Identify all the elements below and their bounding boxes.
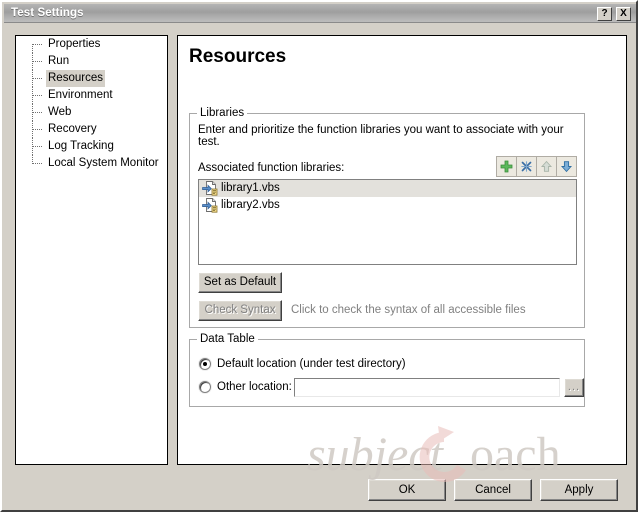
libraries-group: Libraries Enter and prioritize the funct…	[189, 107, 585, 328]
default-location-label: Default location (under test directory)	[217, 358, 406, 370]
settings-tree[interactable]: Properties Run Resources Environment Web…	[15, 35, 168, 465]
associated-libraries-list[interactable]: library1.vbs library2.vbs	[198, 179, 577, 265]
list-item-label: library2.vbs	[221, 199, 280, 211]
check-syntax-button[interactable]: Check Syntax	[198, 300, 282, 321]
libraries-description: Enter and prioritize the function librar…	[198, 124, 564, 148]
other-location-radio-row[interactable]: Other location:	[199, 381, 292, 393]
vbs-file-icon	[202, 198, 218, 213]
tree-item-run[interactable]: Run	[16, 52, 167, 70]
arrow-down-icon	[557, 160, 576, 173]
ok-button[interactable]: OK	[368, 479, 446, 501]
list-item[interactable]: library1.vbs	[199, 180, 576, 197]
tree-item-label: Web	[48, 106, 72, 118]
other-location-label: Other location:	[217, 381, 292, 393]
associated-libraries-label: Associated function libraries:	[198, 162, 345, 174]
delete-library-button[interactable]	[516, 156, 537, 177]
set-as-default-button[interactable]: Set as Default	[198, 272, 282, 293]
browse-button[interactable]: ...	[564, 378, 584, 397]
data-table-group-title: Data Table	[197, 333, 258, 345]
radio-button-other-location[interactable]	[199, 381, 211, 393]
other-location-input[interactable]	[294, 378, 560, 397]
tree-item-log-tracking[interactable]: Log Tracking	[16, 137, 167, 155]
cancel-button[interactable]: Cancel	[454, 479, 532, 501]
title-bar: Test Settings ? X	[4, 4, 636, 23]
move-up-button[interactable]	[536, 156, 557, 177]
tree-item-environment[interactable]: Environment	[16, 86, 167, 104]
libraries-group-title: Libraries	[197, 107, 248, 119]
default-location-radio-row[interactable]: Default location (under test directory)	[199, 358, 406, 370]
add-library-button[interactable]	[496, 156, 517, 177]
tree-item-recovery[interactable]: Recovery	[16, 120, 167, 138]
tree-item-properties[interactable]: Properties	[16, 36, 167, 53]
radio-button-default-location[interactable]	[199, 358, 211, 370]
window-title: Test Settings	[11, 7, 84, 19]
tree-item-label: Local System Monitor	[48, 157, 159, 169]
tree-item-label: Resources	[46, 70, 105, 87]
tree-item-local-system-monitor[interactable]: Local System Monitor	[16, 154, 167, 172]
tree-item-label: Run	[48, 55, 70, 67]
data-table-group: Data Table Default location (under test …	[189, 333, 585, 407]
tree-item-label: Properties	[48, 38, 101, 50]
tree-item-label: Log Tracking	[48, 140, 114, 152]
list-item-label: library1.vbs	[221, 182, 280, 194]
libraries-toolbar	[496, 156, 577, 177]
help-button[interactable]: ?	[597, 7, 612, 21]
tree-item-resources[interactable]: Resources	[16, 69, 167, 87]
close-icon	[517, 160, 536, 173]
add-icon	[497, 160, 516, 173]
tree-item-web[interactable]: Web	[16, 103, 167, 121]
apply-button[interactable]: Apply	[540, 479, 618, 501]
check-syntax-hint: Click to check the syntax of all accessi…	[291, 304, 526, 316]
tree-item-label: Recovery	[48, 123, 97, 135]
close-button[interactable]: X	[616, 7, 631, 21]
vbs-file-icon	[202, 181, 218, 196]
move-down-button[interactable]	[556, 156, 577, 177]
list-item[interactable]: library2.vbs	[199, 197, 576, 214]
tree-item-label: Environment	[48, 89, 113, 101]
page-title: Resources	[189, 46, 287, 67]
test-settings-dialog: Test Settings ? X Properties Run Resourc…	[0, 0, 638, 512]
arrow-up-icon	[537, 160, 556, 173]
resources-panel: Resources Libraries Enter and prioritize…	[177, 35, 627, 465]
